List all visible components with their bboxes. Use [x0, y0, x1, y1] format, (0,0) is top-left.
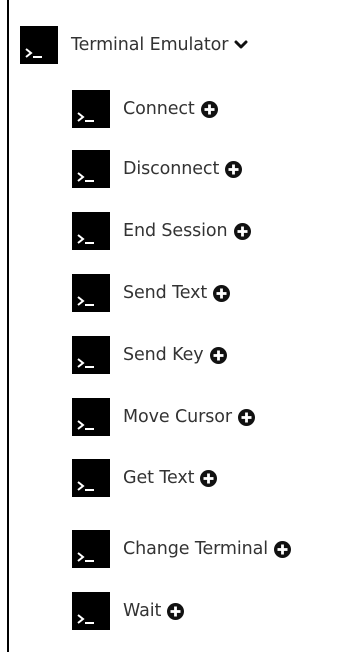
tree-item-connect[interactable]: Connect [72, 90, 218, 128]
tree-item-label: End Session [123, 221, 228, 241]
terminal-icon [72, 459, 110, 497]
terminal-emulator-tree: Terminal Emulator Connect Disconnect End… [0, 0, 361, 652]
plus-circle-icon[interactable] [213, 284, 231, 302]
tree-item-label: Send Text [123, 283, 208, 303]
terminal-icon [72, 336, 110, 374]
tree-item-label: Disconnect [123, 159, 220, 179]
tree-item-change-terminal[interactable]: Change Terminal [72, 530, 292, 568]
terminal-icon [72, 274, 110, 312]
terminal-icon [72, 530, 110, 568]
plus-circle-icon[interactable] [225, 160, 243, 178]
tree-item-label: Change Terminal [123, 539, 269, 559]
terminal-icon [20, 26, 58, 64]
terminal-icon [72, 150, 110, 188]
tree-item-move-cursor[interactable]: Move Cursor [72, 398, 255, 436]
tree-item-get-text[interactable]: Get Text [72, 459, 218, 497]
plus-circle-icon[interactable] [233, 222, 251, 240]
plus-circle-icon[interactable] [167, 602, 185, 620]
plus-circle-icon[interactable] [209, 346, 227, 364]
plus-circle-icon[interactable] [274, 540, 292, 558]
plus-circle-icon[interactable] [200, 100, 218, 118]
tree-item-label: Connect [123, 99, 195, 119]
tree-item-wait[interactable]: Wait [72, 592, 185, 630]
terminal-icon [72, 398, 110, 436]
tree-item-disconnect[interactable]: Disconnect [72, 150, 243, 188]
tree-item-label: Move Cursor [123, 407, 232, 427]
plus-circle-icon[interactable] [200, 469, 218, 487]
terminal-icon [72, 212, 110, 250]
tree-item-label: Get Text [123, 468, 195, 488]
tree-item-send-key[interactable]: Send Key [72, 336, 227, 374]
terminal-icon [72, 592, 110, 630]
tree-item-label: Wait [123, 601, 162, 621]
tree-item-send-text[interactable]: Send Text [72, 274, 231, 312]
tree-node-terminal-emulator[interactable]: Terminal Emulator [20, 26, 248, 64]
chevron-down-icon[interactable] [234, 38, 248, 52]
tree-node-label: Terminal Emulator [71, 35, 229, 55]
terminal-icon [72, 90, 110, 128]
tree-item-end-session[interactable]: End Session [72, 212, 251, 250]
plus-circle-icon[interactable] [237, 408, 255, 426]
tree-item-label: Send Key [123, 345, 204, 365]
